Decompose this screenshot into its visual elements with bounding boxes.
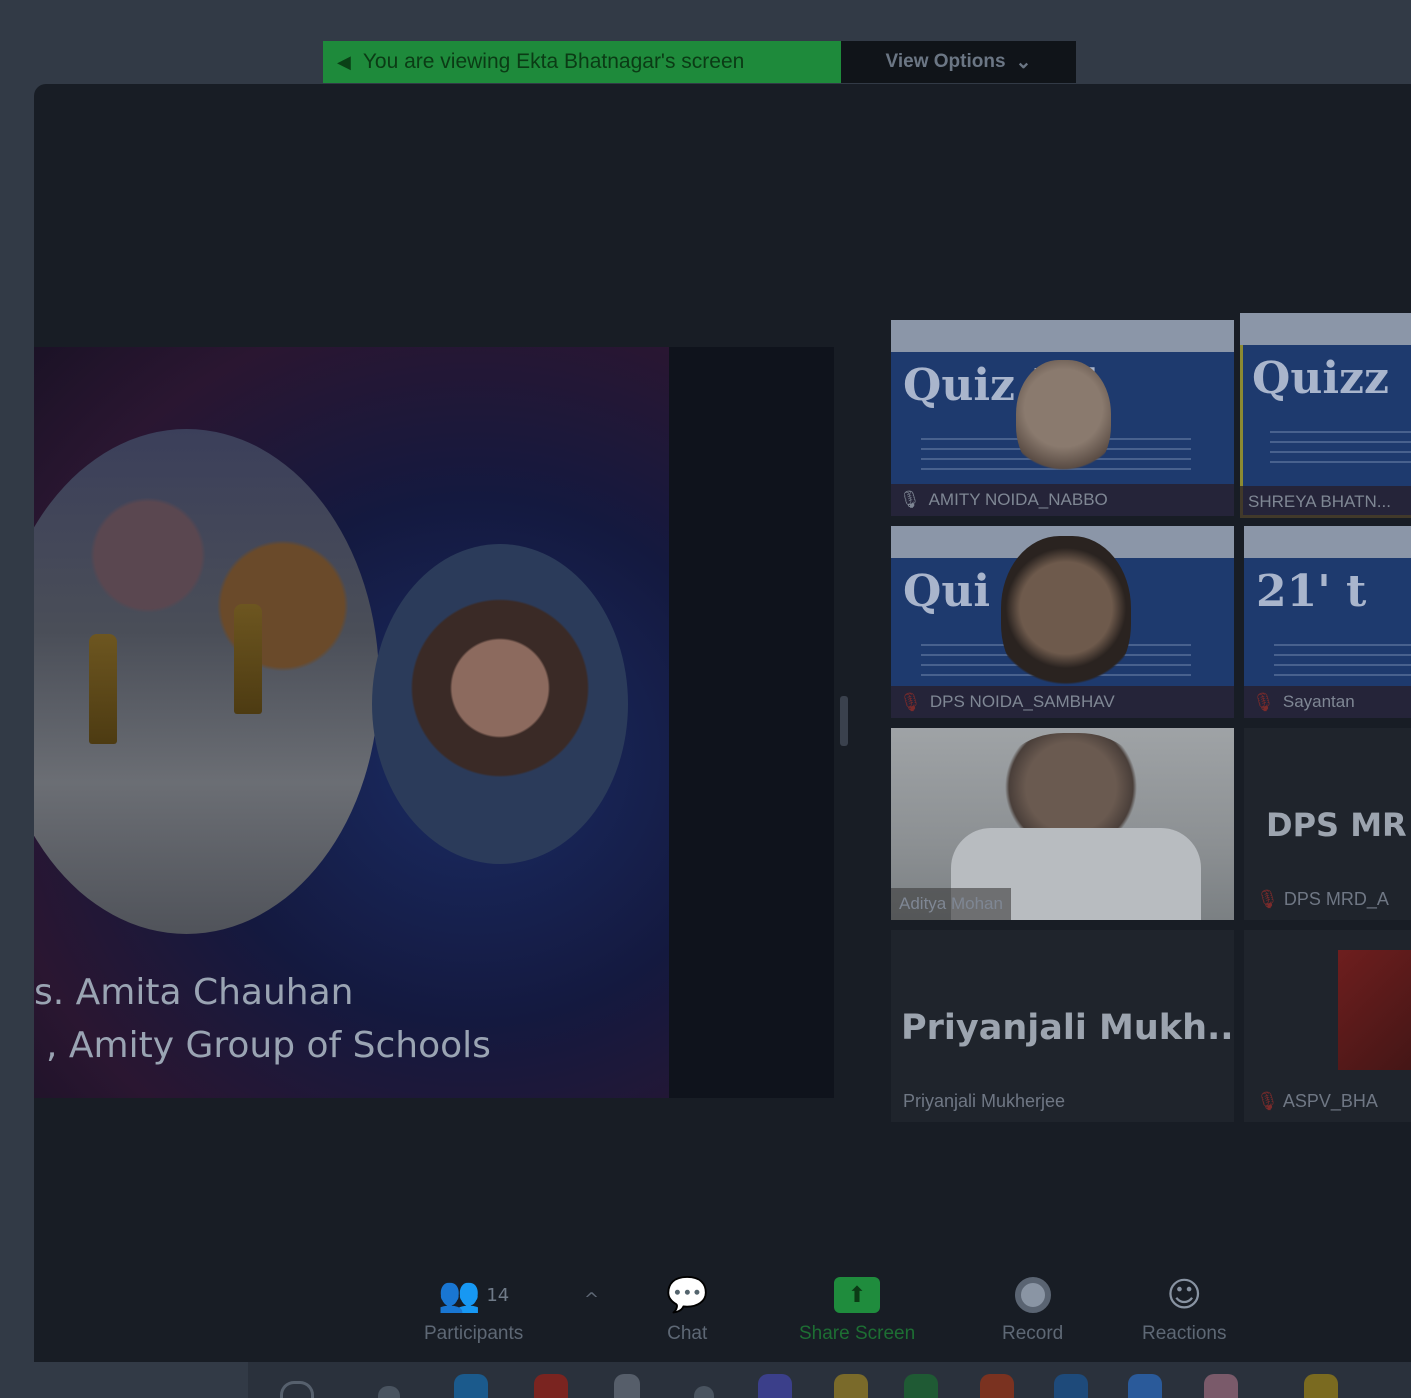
- slide-speaker-name: s. Amita Chauhan: [34, 972, 354, 1013]
- quiz-banner-text: Quizz: [1252, 353, 1390, 404]
- speaker-portrait: [372, 544, 628, 864]
- participant-display-name: DPS MR: [1266, 806, 1407, 844]
- participants-icon: 👥: [438, 1275, 481, 1315]
- share-status-text: You are viewing Ekta Bhatnagar's screen: [362, 50, 745, 73]
- participant-name: AMITY NOIDA_NABBO: [928, 490, 1108, 509]
- excel-icon[interactable]: [904, 1374, 938, 1398]
- teams-icon[interactable]: [758, 1374, 792, 1398]
- chevron-down-icon: ⌄: [1015, 51, 1032, 73]
- mic-muted-icon: 🎙: [899, 691, 922, 712]
- reactions-button[interactable]: ☺ Reactions: [1142, 1273, 1227, 1345]
- participant-name-bar: 🎙 DPS MRD_A: [1256, 889, 1389, 910]
- participant-name: Sayantan: [1282, 692, 1355, 711]
- app-icon[interactable]: [1204, 1374, 1238, 1398]
- participant-name-bar: SHREYA BHATN...: [1240, 486, 1411, 518]
- slide-edge: [669, 347, 834, 1098]
- word-icon[interactable]: [1054, 1374, 1088, 1398]
- participant-video: [1016, 360, 1111, 480]
- quiz-banner-text: 21' t: [1256, 566, 1367, 617]
- participants-count: 14: [486, 1284, 510, 1306]
- mic-icon: 🎙: [899, 490, 921, 509]
- screen-share-banner: ◀ You are viewing Ekta Bhatnagar's scree…: [323, 41, 1076, 83]
- participant-name-bar: Aditya Mohan: [891, 888, 1011, 920]
- share-screen-icon: ⬆: [834, 1277, 881, 1313]
- app-icon[interactable]: [1304, 1374, 1338, 1398]
- participant-name-bar: 🎙 AMITY NOIDA_NABBO: [891, 484, 1234, 516]
- participant-tile[interactable]: DPS MR 🎙 DPS MRD_A: [1244, 728, 1411, 920]
- participant-name-bar: 🎙 Sayantan: [1244, 686, 1411, 718]
- mic-muted-icon: 🎙: [1256, 889, 1279, 909]
- participant-name: DPS MRD_A: [1283, 889, 1389, 909]
- share-screen-button[interactable]: ⬆ Share Screen: [799, 1273, 915, 1345]
- participant-name: Aditya Mohan: [899, 894, 1003, 913]
- mic-muted-icon: 🎙: [1252, 691, 1275, 712]
- participant-name-bar: 🎙 ASPV_BHA: [1256, 1091, 1378, 1112]
- participant-tile[interactable]: Priyanjali Mukh... Priyanjali Mukherjee: [891, 930, 1234, 1122]
- banner-subtext: [1270, 423, 1411, 463]
- slide-speaker-title: , Amity Group of Schools: [46, 1025, 491, 1066]
- share-indicator-icon: ◀: [337, 51, 351, 72]
- participant-tile-active-speaker[interactable]: Quizz SHREYA BHATN...: [1240, 313, 1411, 518]
- view-options-button[interactable]: View Options ⌄: [841, 41, 1076, 83]
- view-options-label: View Options: [885, 51, 1006, 72]
- participant-name: ASPV_BHA: [1282, 1091, 1378, 1111]
- chrome-icon[interactable]: [534, 1374, 568, 1398]
- shared-screen-content: s. Amita Chauhan , Amity Group of School…: [34, 347, 834, 1098]
- meeting-toolbar: 👥 14 Participants ^ 💬 Chat ⬆ Share Scree…: [34, 1265, 1411, 1362]
- task-view-icon[interactable]: [378, 1386, 400, 1398]
- meeting-window: s. Amita Chauhan , Amity Group of School…: [34, 84, 1411, 1362]
- file-explorer-icon[interactable]: [834, 1374, 868, 1398]
- reactions-label: Reactions: [1142, 1323, 1227, 1344]
- reactions-icon: ☺: [1166, 1275, 1202, 1315]
- participant-tile[interactable]: Quiz '21 🎙 AMITY NOIDA_NABBO: [891, 320, 1234, 516]
- powerpoint-icon[interactable]: [980, 1374, 1014, 1398]
- record-label: Record: [1002, 1323, 1064, 1344]
- settings-icon[interactable]: [614, 1374, 640, 1398]
- participants-options-button[interactable]: ^: [584, 1277, 599, 1321]
- participant-tile[interactable]: 🎙 ASPV_BHA: [1244, 930, 1411, 1122]
- chat-icon: 💬: [666, 1275, 709, 1315]
- group-photo: [34, 429, 379, 934]
- edge-icon[interactable]: [454, 1374, 488, 1398]
- search-icon[interactable]: [280, 1381, 314, 1398]
- tile-banner: [891, 320, 1234, 352]
- chat-label: Chat: [667, 1323, 708, 1344]
- chat-button[interactable]: 💬 Chat: [666, 1273, 708, 1345]
- participant-name: DPS NOIDA_SAMBHAV: [929, 692, 1115, 711]
- tile-banner: [1244, 526, 1411, 558]
- participant-name: SHREYA BHATN...: [1248, 492, 1391, 511]
- split-view-handle[interactable]: [840, 696, 848, 746]
- participants-label: Participants: [424, 1323, 524, 1344]
- participant-video: [1001, 536, 1131, 696]
- participants-button[interactable]: 👥 14 Participants: [424, 1273, 523, 1345]
- banner-subtext: [1274, 636, 1411, 676]
- share-screen-label: Share Screen: [799, 1323, 916, 1344]
- record-button[interactable]: Record: [1002, 1273, 1063, 1345]
- trophy-image: [234, 604, 262, 714]
- mic-muted-icon: 🎙: [1256, 1091, 1279, 1111]
- record-icon: [1014, 1277, 1051, 1313]
- tile-banner: [1240, 313, 1411, 345]
- trophy-image: [89, 634, 117, 744]
- participant-tile[interactable]: Aditya Mohan: [891, 728, 1234, 920]
- participant-video: [1338, 950, 1411, 1070]
- participant-name-label: Priyanjali Mukherjee: [903, 1091, 1066, 1111]
- share-status-message: ◀ You are viewing Ekta Bhatnagar's scree…: [323, 41, 841, 83]
- os-taskbar: [248, 1362, 1411, 1398]
- zoom-icon[interactable]: [1128, 1374, 1162, 1398]
- participant-name-bar: 🎙 DPS NOIDA_SAMBHAV: [891, 686, 1234, 718]
- participant-tile[interactable]: 21' t 🎙 Sayantan: [1244, 526, 1411, 718]
- participant-display-name: Priyanjali Mukh...: [901, 1008, 1234, 1048]
- caret-up-icon: ^: [584, 1288, 600, 1310]
- file-icon[interactable]: [694, 1386, 714, 1398]
- participant-tile[interactable]: Qui 21 🎙 DPS NOIDA_SAMBHAV: [891, 526, 1234, 718]
